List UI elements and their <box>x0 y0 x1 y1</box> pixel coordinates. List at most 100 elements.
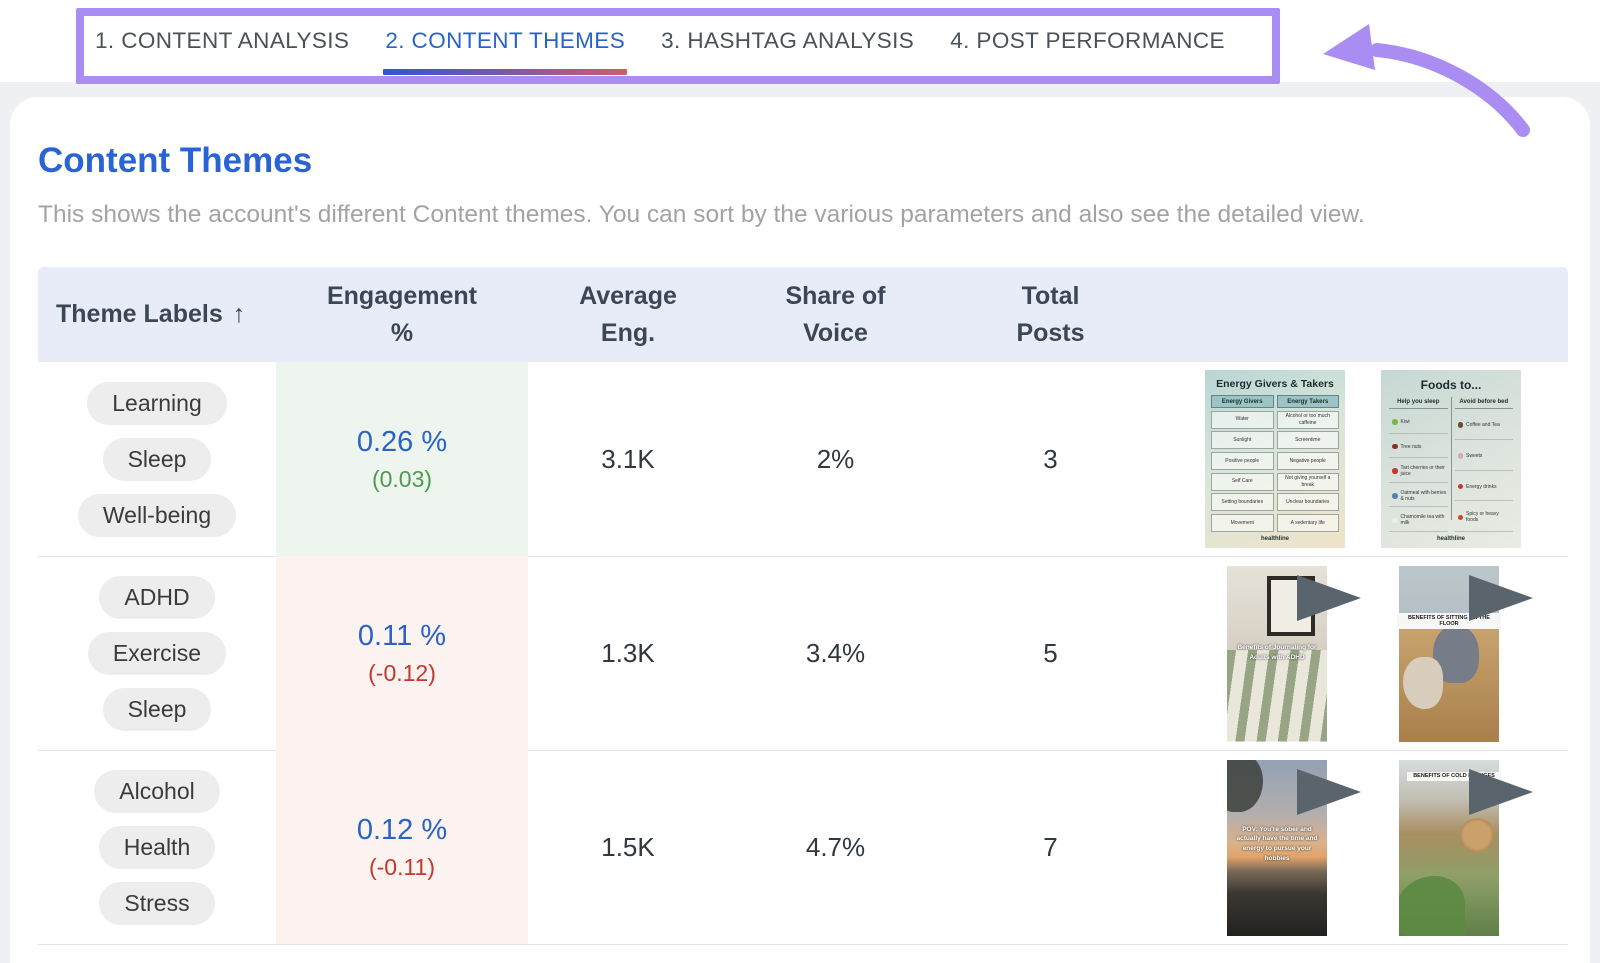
posts-preview-cell: Energy Givers & Takers Energy Givers Wat… <box>1158 362 1568 556</box>
total-posts-cell: 3 <box>943 362 1158 556</box>
infographic-title: Energy Givers & Takers <box>1211 378 1339 390</box>
theme-pill: Alcohol <box>94 770 219 813</box>
share-of-voice-cell: 4.7% <box>728 750 943 944</box>
column-header-theme-labels[interactable]: Theme Labels ↑ <box>38 267 276 362</box>
infographic-column-header: Energy Takers <box>1277 395 1340 408</box>
theme-labels-cell: ADHD Exercise Sleep <box>38 556 276 750</box>
column-label: Theme Labels <box>56 296 223 332</box>
tab-content-analysis[interactable]: 1. CONTENT ANALYSIS <box>95 0 349 82</box>
engagement-delta: (-0.12) <box>368 660 436 687</box>
column-label: Engagement % <box>322 278 482 351</box>
infographic-item: Oatmeal with berries & nuts <box>1389 485 1448 507</box>
infographic-item: Tree nuts <box>1389 436 1448 458</box>
share-arrow-icon <box>1469 575 1533 621</box>
infographic-item: Not giving yourself a break <box>1277 473 1340 491</box>
infographic-item: Energy drinks <box>1455 473 1514 501</box>
infographic-item: A sedentary life <box>1277 514 1340 532</box>
column-header-engagement[interactable]: Engagement % <box>276 267 528 362</box>
engagement-cell: 0.12 % (-0.11) <box>276 750 528 944</box>
infographic-columns: Energy Givers Water Sunlight Positive pe… <box>1211 395 1339 532</box>
page-subtitle: This shows the account's different Conte… <box>38 201 1365 229</box>
table-row[interactable]: Alcohol Health Stress 0.12 % (-0.11) 1.5… <box>38 750 1568 944</box>
column-header-total-posts[interactable]: Total Posts <box>943 267 1158 362</box>
infographic-item: Alcohol or too much caffeine <box>1277 411 1340 429</box>
infographic-item: Coffee and Tea <box>1455 412 1514 440</box>
theme-pill: ADHD <box>99 576 214 619</box>
infographic-item: Positive people <box>1211 452 1274 470</box>
content-card: Content Themes This shows the account's … <box>10 97 1590 963</box>
column-label: Total Posts <box>1008 278 1093 351</box>
engagement-cell: 0.11 % (-0.12) <box>276 556 528 750</box>
brand-logo-text: healthline <box>1211 536 1339 542</box>
infographic-item: Negative people <box>1277 452 1340 470</box>
theme-pill: Learning <box>87 382 227 425</box>
infographic-item: Water <box>1211 411 1274 429</box>
column-label: Average Eng. <box>571 278 686 351</box>
share-of-voice-cell: 3.4% <box>728 556 943 750</box>
table-row[interactable]: ADHD Exercise Sleep 0.11 % (-0.12) 1.3K … <box>38 556 1568 750</box>
theme-labels-cell: Alcohol Health Stress <box>38 750 276 944</box>
table-bottom-divider <box>38 944 1568 945</box>
infographic-item: Setting boundaries <box>1211 493 1274 511</box>
share-of-voice-cell: 2% <box>728 362 943 556</box>
engagement-cell: 0.26 % (0.03) <box>276 362 528 556</box>
infographic-item: Self Care <box>1211 473 1274 491</box>
video-caption: Benefits of Journaling for Adults with A… <box>1231 643 1323 663</box>
theme-pill: Exercise <box>88 632 226 675</box>
average-eng-cell: 1.5K <box>528 750 728 944</box>
tab-content-themes[interactable]: 2. CONTENT THEMES <box>385 0 625 82</box>
tabs: 1. CONTENT ANALYSIS 2. CONTENT THEMES 3.… <box>0 0 1600 82</box>
engagement-value: 0.12 % <box>357 814 447 847</box>
infographic-columns: Help you sleep Kiwi Tree nuts Tart cherr… <box>1387 397 1515 532</box>
infographic-column: Help you sleep Kiwi Tree nuts Tart cherr… <box>1387 397 1450 532</box>
infographic-item: Kiwi <box>1389 412 1448 434</box>
content-themes-table: Theme Labels ↑ Engagement % Average Eng.… <box>38 267 1568 945</box>
post-thumbnail[interactable]: Foods to... Help you sleep Kiwi Tree nut… <box>1381 370 1521 548</box>
table-row[interactable]: Learning Sleep Well-being 0.26 % (0.03) … <box>38 362 1568 556</box>
post-thumbnail[interactable]: Benefits of Journaling for Adults with A… <box>1227 566 1327 742</box>
tab-hashtag-analysis[interactable]: 3. HASHTAG ANALYSIS <box>661 0 914 82</box>
post-thumbnail[interactable]: Energy Givers & Takers Energy Givers Wat… <box>1205 370 1345 548</box>
infographic-column-header: Energy Givers <box>1211 395 1274 408</box>
table-header-row: Theme Labels ↑ Engagement % Average Eng.… <box>38 267 1568 362</box>
infographic-title: Foods to... <box>1387 378 1515 392</box>
theme-pill: Well-being <box>78 494 236 537</box>
tab-post-performance[interactable]: 4. POST PERFORMANCE <box>950 0 1225 82</box>
total-posts-cell: 7 <box>943 750 1158 944</box>
brand-logo-text: healthline <box>1387 536 1515 542</box>
share-arrow-icon <box>1469 769 1533 815</box>
total-posts-cell: 5 <box>943 556 1158 750</box>
share-arrow-icon <box>1297 575 1361 621</box>
infographic-column: Avoid before bed Coffee and Tea Sweets E… <box>1453 397 1516 532</box>
video-caption: POV: You're sober and actually have the … <box>1231 825 1323 864</box>
infographic-item: Unclear boundaries <box>1277 493 1340 511</box>
theme-pill: Health <box>99 826 215 869</box>
infographic-column-header: Help you sleep <box>1389 397 1448 409</box>
post-thumbnail[interactable]: BENEFITS OF COLD PLUNGES <box>1399 760 1499 936</box>
posts-preview-cell: POV: You're sober and actually have the … <box>1158 750 1568 944</box>
infographic-column: Energy Givers Water Sunlight Positive pe… <box>1211 395 1274 532</box>
posts-preview-cell: Benefits of Journaling for Adults with A… <box>1158 556 1568 750</box>
infographic-item: Movement <box>1211 514 1274 532</box>
post-thumbnail[interactable]: POV: You're sober and actually have the … <box>1227 760 1327 936</box>
infographic-item: Tart cherries or their juice <box>1389 461 1448 483</box>
column-header-share-of-voice[interactable]: Share of Voice <box>728 267 943 362</box>
theme-pill: Stress <box>99 882 214 925</box>
theme-labels-cell: Learning Sleep Well-being <box>38 362 276 556</box>
post-thumbnail[interactable]: BENEFITS OF SITTING ON THE FLOOR <box>1399 566 1499 742</box>
infographic-item: Sunlight <box>1211 431 1274 449</box>
share-arrow-icon <box>1297 769 1361 815</box>
theme-pill: Sleep <box>103 438 212 481</box>
column-header-posts-preview <box>1158 267 1568 362</box>
infographic-item: Screentime <box>1277 431 1340 449</box>
average-eng-cell: 1.3K <box>528 556 728 750</box>
page-title: Content Themes <box>38 141 312 181</box>
infographic-column-header: Avoid before bed <box>1455 397 1514 409</box>
average-eng-cell: 3.1K <box>528 362 728 556</box>
theme-pill: Sleep <box>103 688 212 731</box>
infographic-item: Chamomile tea with milk <box>1389 510 1448 532</box>
engagement-delta: (-0.11) <box>369 854 435 881</box>
column-header-average-eng[interactable]: Average Eng. <box>528 267 728 362</box>
engagement-value: 0.26 % <box>357 426 447 459</box>
column-label: Share of Voice <box>778 278 893 351</box>
